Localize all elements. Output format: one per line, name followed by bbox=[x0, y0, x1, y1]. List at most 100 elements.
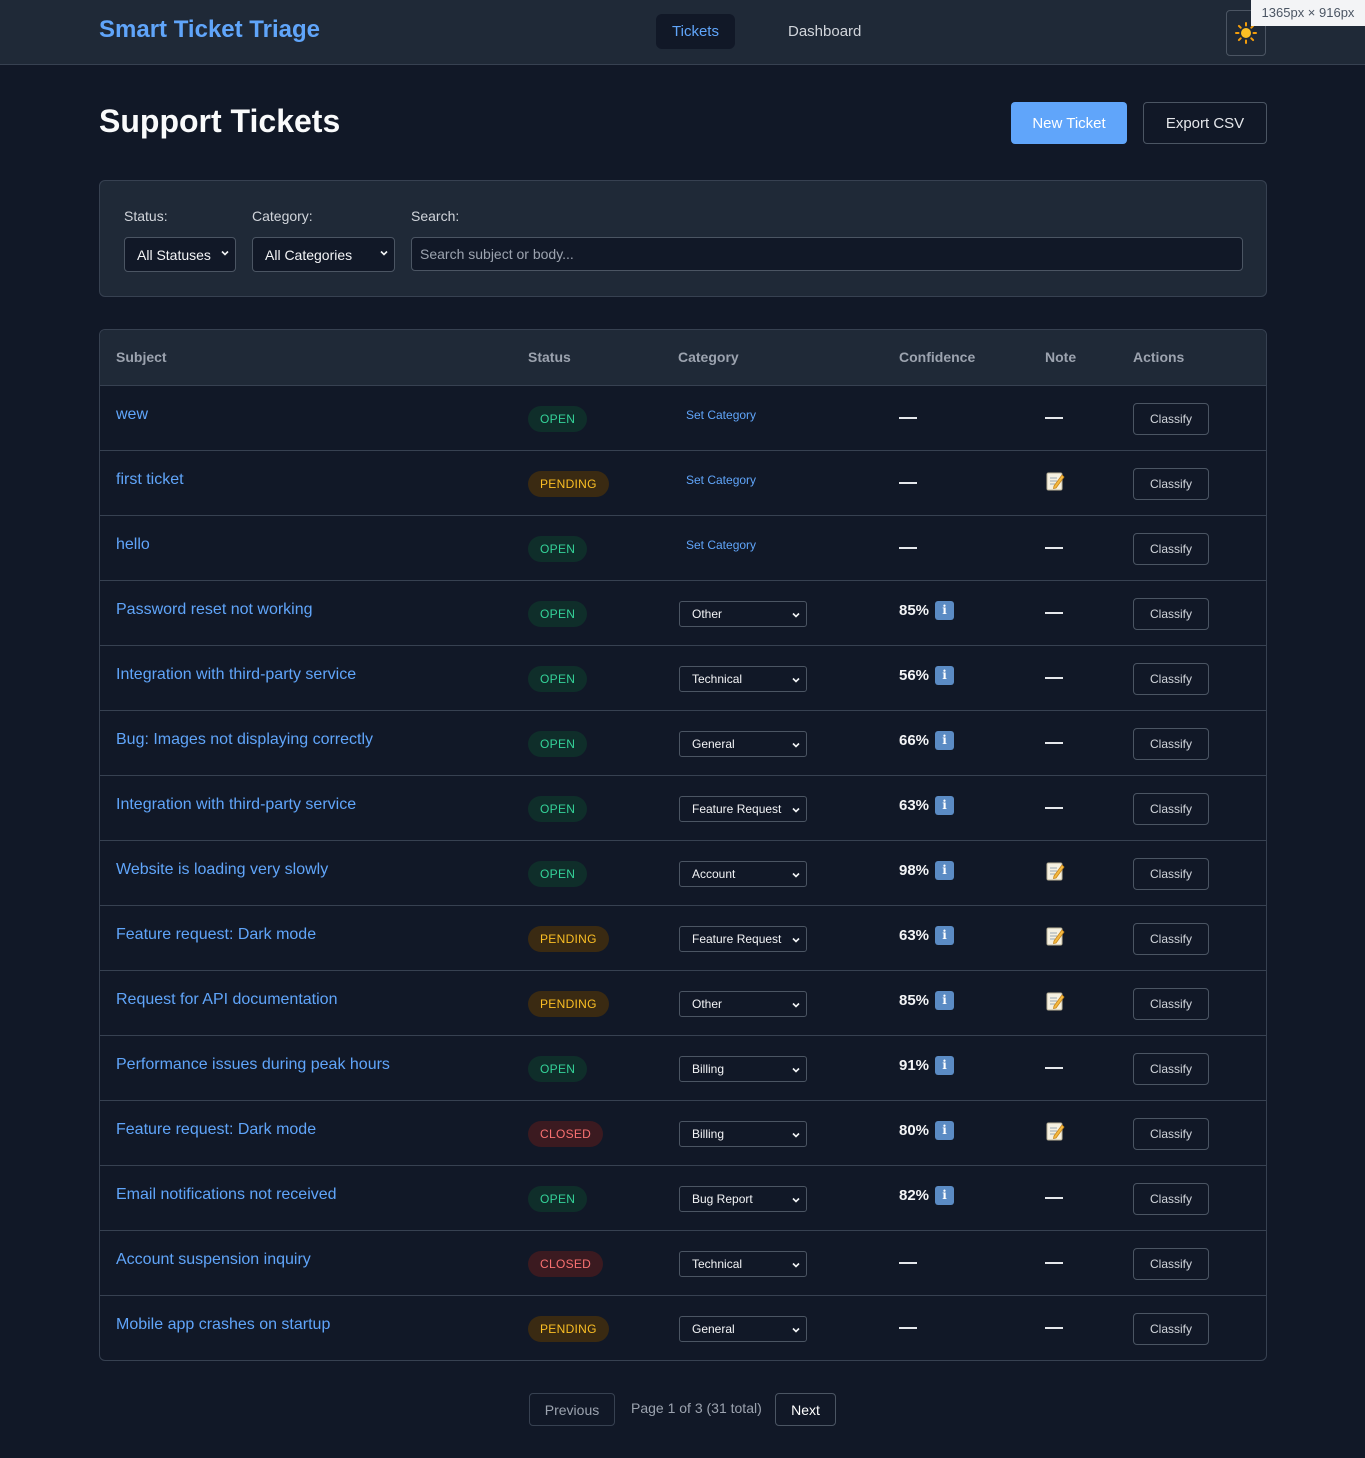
status-badge: OPEN bbox=[528, 1056, 588, 1082]
category-select[interactable]: General bbox=[679, 1316, 807, 1342]
search-input[interactable]: Search subject or body... bbox=[411, 237, 1243, 271]
status-badge: OPEN bbox=[528, 861, 588, 887]
classify-button[interactable]: Classify bbox=[1133, 663, 1209, 695]
ticket-subject-link[interactable]: Email notifications not received bbox=[116, 1186, 337, 1204]
confidence-value: 85% i bbox=[899, 601, 955, 620]
category-select[interactable]: Billing bbox=[679, 1121, 807, 1147]
ticket-subject-link[interactable]: Feature request: Dark mode bbox=[116, 926, 316, 944]
classify-button[interactable]: Classify bbox=[1133, 1313, 1209, 1345]
ticket-subject-link[interactable]: Integration with third-party service bbox=[116, 796, 356, 814]
confidence-percent: 56% bbox=[899, 667, 930, 684]
status-badge: OPEN bbox=[528, 1186, 588, 1212]
ticket-subject-link[interactable]: Integration with third-party service bbox=[116, 666, 356, 684]
info-icon[interactable]: i bbox=[935, 1186, 955, 1205]
chevron-down-icon bbox=[792, 807, 800, 813]
classify-button[interactable]: Classify bbox=[1133, 533, 1209, 565]
status-badge: PENDING bbox=[528, 991, 609, 1017]
info-icon[interactable]: i bbox=[935, 731, 955, 750]
ticket-subject-link[interactable]: Request for API documentation bbox=[116, 991, 337, 1009]
ticket-subject-link[interactable]: first ticket bbox=[116, 471, 184, 489]
set-category-link[interactable]: Set Category bbox=[686, 538, 756, 552]
category-select[interactable]: Technical bbox=[679, 1251, 807, 1277]
empty-dash bbox=[1045, 1067, 1063, 1069]
category-select[interactable]: Bug Report bbox=[679, 1186, 807, 1212]
info-icon[interactable]: i bbox=[935, 861, 955, 880]
note-icon[interactable] bbox=[1045, 860, 1065, 882]
confidence-value: 82% i bbox=[899, 1186, 955, 1205]
note-icon[interactable] bbox=[1045, 925, 1065, 947]
category-select[interactable]: Feature Request bbox=[679, 926, 807, 952]
info-icon[interactable]: i bbox=[935, 601, 955, 620]
classify-button[interactable]: Classify bbox=[1133, 1183, 1209, 1215]
new-ticket-button[interactable]: New Ticket bbox=[1011, 102, 1127, 144]
empty-dash bbox=[899, 547, 917, 549]
classify-button[interactable]: Classify bbox=[1133, 1248, 1209, 1280]
confidence-value: 66% i bbox=[899, 731, 955, 750]
category-select[interactable]: Account bbox=[679, 861, 807, 887]
empty-dash bbox=[899, 417, 917, 419]
category-select[interactable]: Other bbox=[679, 991, 807, 1017]
ticket-subject-link[interactable]: Password reset not working bbox=[116, 601, 313, 619]
previous-page-button[interactable]: Previous bbox=[529, 1393, 615, 1426]
classify-button[interactable]: Classify bbox=[1133, 793, 1209, 825]
classify-button[interactable]: Classify bbox=[1133, 1118, 1209, 1150]
status-badge: OPEN bbox=[528, 536, 588, 562]
classify-button[interactable]: Classify bbox=[1133, 1053, 1209, 1085]
app-brand[interactable]: Smart Ticket Triage bbox=[99, 16, 320, 44]
nav-tab-tickets[interactable]: Tickets bbox=[656, 14, 735, 49]
table-row: Integration with third-party service OPEN… bbox=[100, 776, 1266, 841]
chevron-down-icon bbox=[792, 1197, 800, 1203]
classify-button[interactable]: Classify bbox=[1133, 403, 1209, 435]
info-icon[interactable]: i bbox=[935, 796, 955, 815]
classify-button[interactable]: Classify bbox=[1133, 468, 1209, 500]
table-row: Feature request: Dark mode PENDING Feature… bbox=[100, 906, 1266, 971]
info-icon[interactable]: i bbox=[935, 666, 955, 685]
classify-button[interactable]: Classify bbox=[1133, 923, 1209, 955]
category-filter-select[interactable]: All Categories bbox=[252, 237, 395, 272]
ticket-subject-link[interactable]: wew bbox=[116, 406, 148, 424]
info-icon[interactable]: i bbox=[935, 926, 955, 945]
empty-dash bbox=[1045, 1197, 1063, 1199]
table-row: Request for API documentation PENDING Othe… bbox=[100, 971, 1266, 1036]
next-page-button[interactable]: Next bbox=[775, 1393, 836, 1426]
classify-button[interactable]: Classify bbox=[1133, 988, 1209, 1020]
empty-dash bbox=[899, 1262, 917, 1264]
classify-button[interactable]: Classify bbox=[1133, 728, 1209, 760]
note-icon[interactable] bbox=[1045, 470, 1065, 492]
confidence-value: 98% i bbox=[899, 861, 955, 880]
empty-dash bbox=[1045, 1262, 1063, 1264]
col-category: Category bbox=[678, 349, 739, 365]
ticket-subject-link[interactable]: Performance issues during peak hours bbox=[116, 1056, 390, 1074]
category-select[interactable]: Other bbox=[679, 601, 807, 627]
category-select[interactable]: Technical bbox=[679, 666, 807, 692]
info-icon[interactable]: i bbox=[935, 1121, 955, 1140]
status-badge: OPEN bbox=[528, 731, 588, 757]
ticket-subject-link[interactable]: Mobile app crashes on startup bbox=[116, 1316, 330, 1334]
chevron-down-icon bbox=[792, 872, 800, 878]
category-select-value: Other bbox=[692, 997, 723, 1011]
export-csv-button[interactable]: Export CSV bbox=[1143, 102, 1267, 144]
ticket-subject-link[interactable]: Bug: Images not displaying correctly bbox=[116, 731, 373, 749]
status-badge: OPEN bbox=[528, 601, 588, 627]
ticket-subject-link[interactable]: Website is loading very slowly bbox=[116, 861, 328, 879]
ticket-subject-link[interactable]: Account suspension inquiry bbox=[116, 1251, 311, 1269]
set-category-link[interactable]: Set Category bbox=[686, 408, 756, 422]
ticket-subject-link[interactable]: hello bbox=[116, 536, 150, 554]
ticket-subject-link[interactable]: Feature request: Dark mode bbox=[116, 1121, 316, 1139]
category-select[interactable]: General bbox=[679, 731, 807, 757]
table-row: Bug: Images not displaying correctly OPEN… bbox=[100, 711, 1266, 776]
nav-tab-dashboard[interactable]: Dashboard bbox=[772, 14, 877, 49]
empty-dash bbox=[1045, 1327, 1063, 1329]
empty-dash bbox=[1045, 547, 1063, 549]
category-select[interactable]: Billing bbox=[679, 1056, 807, 1082]
classify-button[interactable]: Classify bbox=[1133, 598, 1209, 630]
category-select[interactable]: Feature Request bbox=[679, 796, 807, 822]
note-icon[interactable] bbox=[1045, 1120, 1065, 1142]
info-icon[interactable]: i bbox=[935, 991, 955, 1010]
set-category-link[interactable]: Set Category bbox=[686, 473, 756, 487]
status-filter-select[interactable]: All Statuses bbox=[124, 237, 236, 272]
info-icon[interactable]: i bbox=[935, 1056, 955, 1075]
classify-button[interactable]: Classify bbox=[1133, 858, 1209, 890]
status-filter-label: Status: bbox=[124, 208, 168, 224]
note-icon[interactable] bbox=[1045, 990, 1065, 1012]
